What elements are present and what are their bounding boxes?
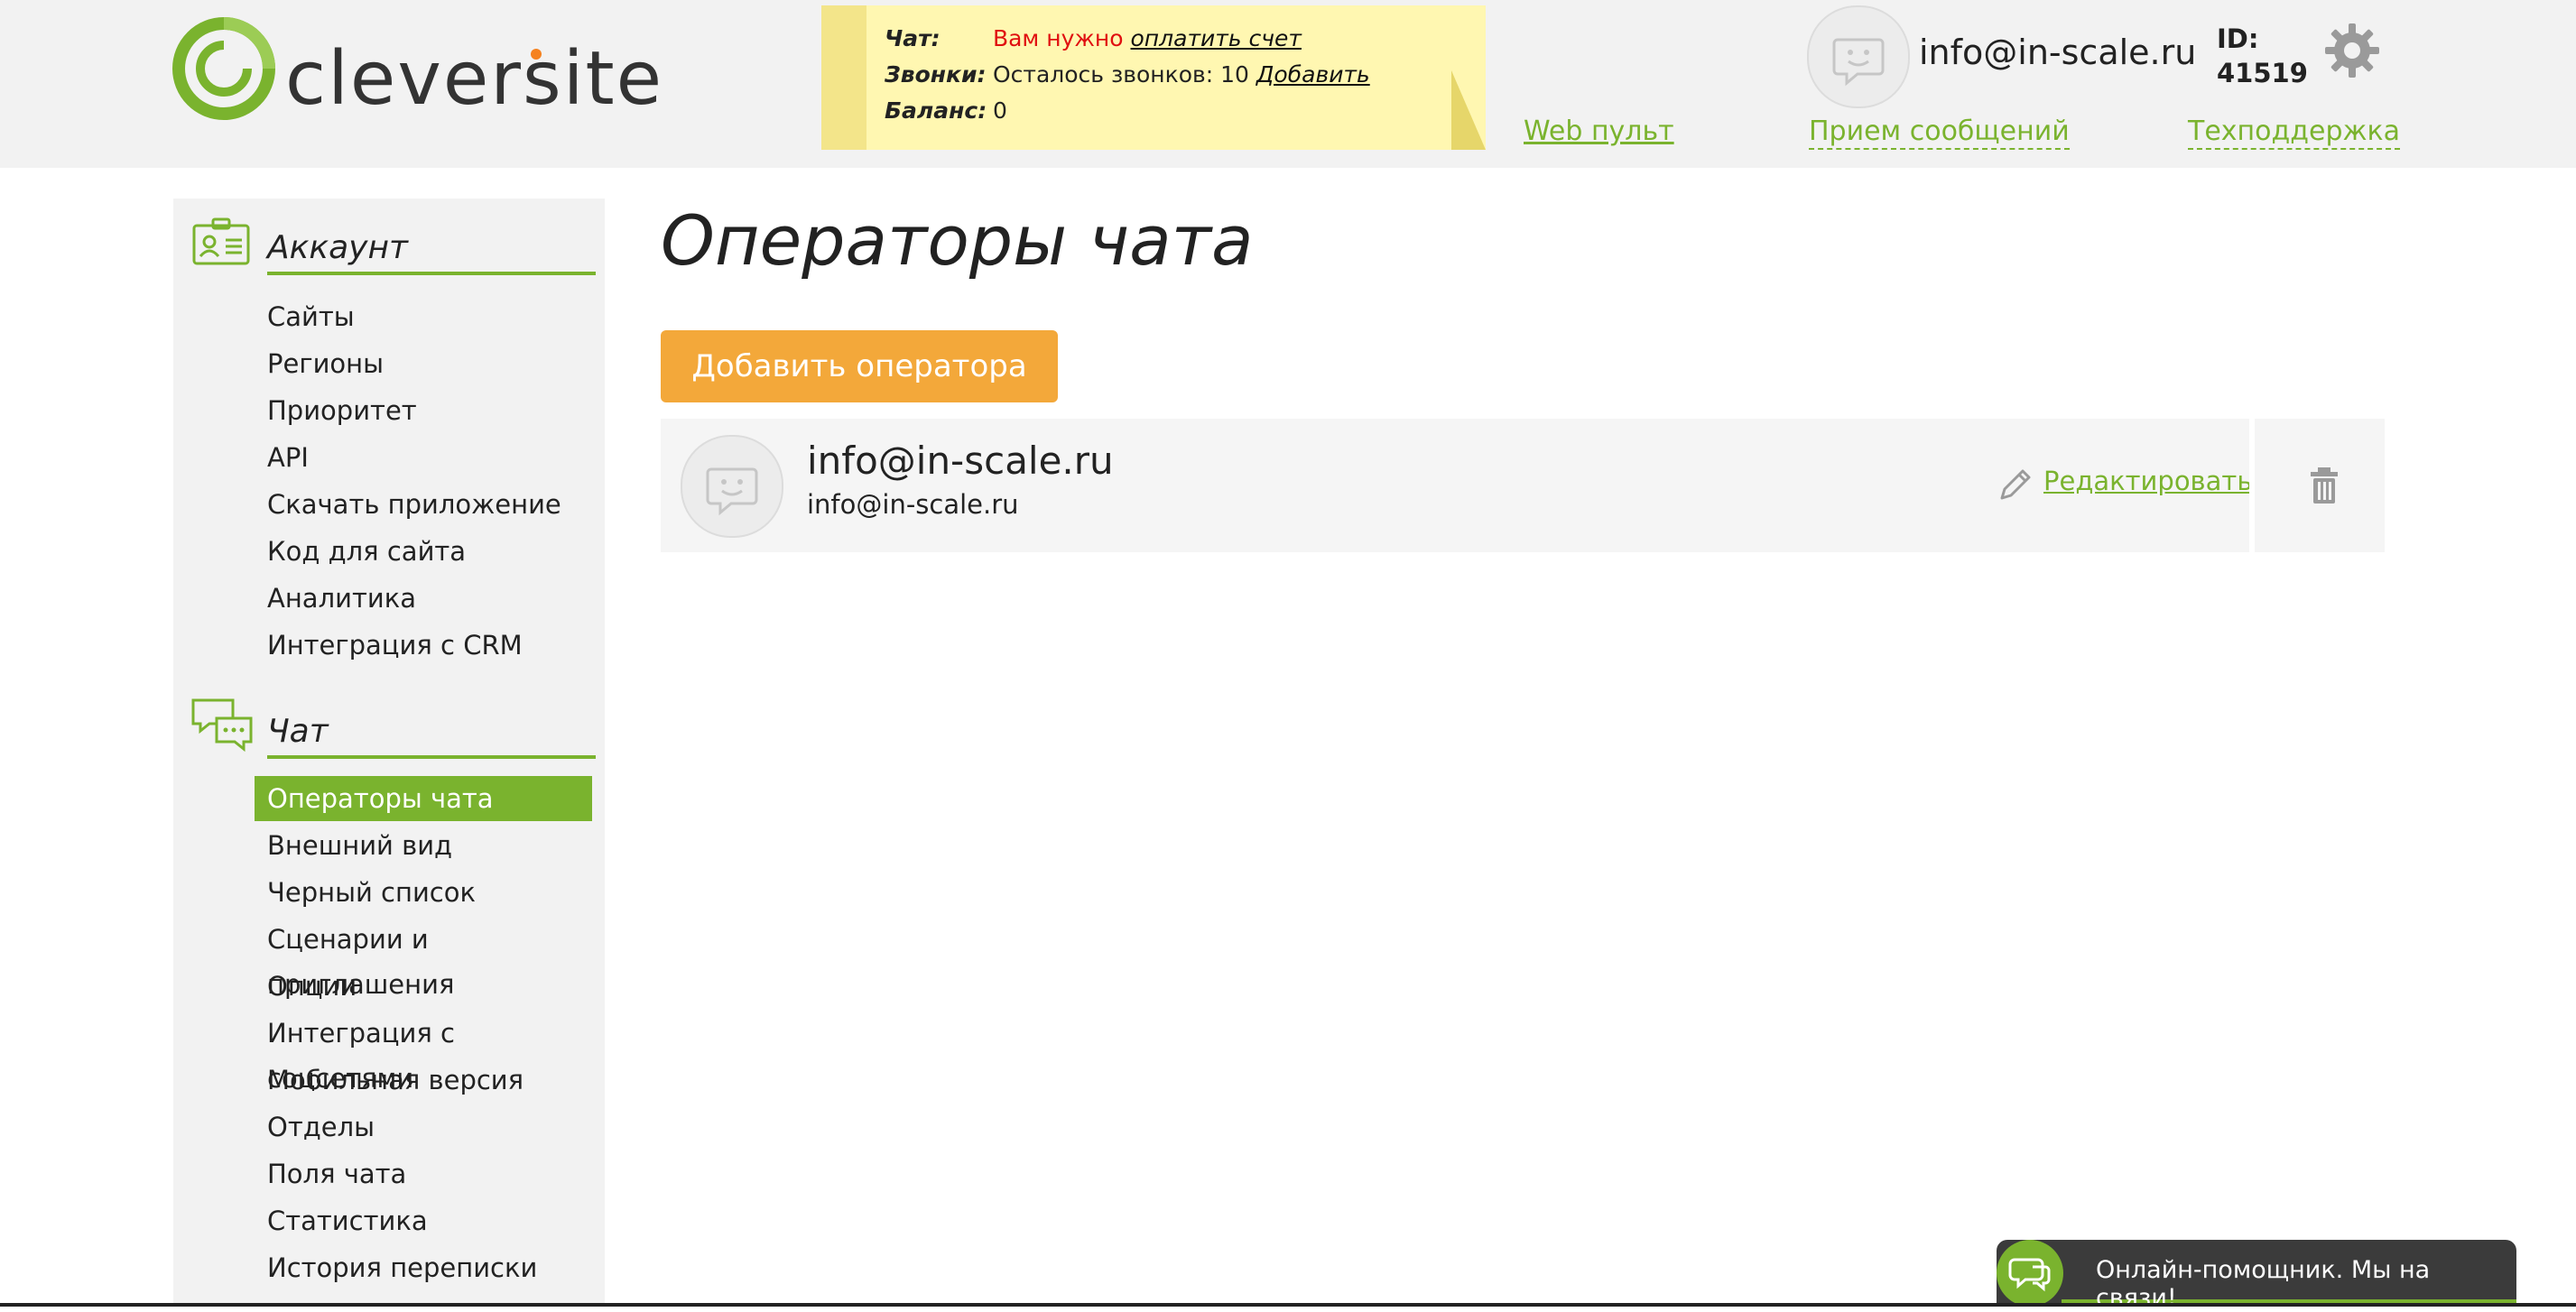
chat-bubbles-icon xyxy=(191,698,253,753)
top-header: cleversite Чат: Вам нужно оплатить счет … xyxy=(0,0,2576,168)
support-link[interactable]: Техподдержка xyxy=(2188,115,2401,150)
receive-messages-link[interactable]: Прием сообщений xyxy=(1809,115,2070,150)
sidebar-item-regions[interactable]: Регионы xyxy=(255,341,592,386)
sidebar-item-sites[interactable]: Сайты xyxy=(255,294,592,339)
chat-section-title: Чат xyxy=(267,713,596,759)
add-operator-button[interactable]: Добавить оператора xyxy=(661,330,1058,402)
logo[interactable]: cleversite xyxy=(171,16,662,122)
sidebar-item-priority[interactable]: Приоритет xyxy=(255,388,592,433)
sidebar-item-analytics[interactable]: Аналитика xyxy=(255,576,592,621)
sidebar-item-mobile-version[interactable]: Мобильная версия xyxy=(255,1058,592,1103)
online-chat-widget[interactable]: Онлайн-помощник. Мы на связи! xyxy=(1997,1240,2516,1312)
operator-name: info@in-scale.ru xyxy=(807,439,1114,483)
sidebar-item-api[interactable]: API xyxy=(255,435,592,480)
account-id-card-icon xyxy=(192,217,250,265)
notice-chat-row: Чат: Вам нужно оплатить счет xyxy=(885,25,1302,51)
chat-widget-icon xyxy=(2008,1258,2051,1292)
notice-balance-row: Баланс: 0 xyxy=(885,97,1007,124)
sidebar-item-social-integration[interactable]: Интеграция с соцсетями xyxy=(255,1011,592,1094)
sidebar-item-download-app[interactable]: Скачать приложение xyxy=(255,482,592,527)
sidebar: Аккаунт Сайты Регионы Приоритет API Скач… xyxy=(173,199,605,1307)
notice-calls-row: Звонки: Осталось звонков: 10 Добавить xyxy=(885,61,1370,88)
user-avatar[interactable] xyxy=(1807,5,1910,108)
account-section-title: Аккаунт xyxy=(267,229,596,275)
page-title: Операторы чата xyxy=(661,200,1254,281)
operator-chat-face-icon xyxy=(706,467,758,516)
operator-avatar xyxy=(681,435,783,538)
web-console-link[interactable]: Web пульт xyxy=(1524,115,1674,148)
logo-mark-icon xyxy=(172,17,275,120)
pay-invoice-link[interactable]: оплатить счет xyxy=(1131,25,1302,51)
logo-dot xyxy=(531,49,542,60)
sidebar-item-departments[interactable]: Отделы xyxy=(255,1104,592,1150)
sidebar-item-options[interactable]: Опции xyxy=(255,964,592,1009)
edit-operator-link[interactable]: Редактировать xyxy=(2043,466,2252,496)
trash-icon[interactable] xyxy=(2303,464,2345,507)
account-notice: Чат: Вам нужно оплатить счет Звонки: Ост… xyxy=(821,5,1486,150)
sidebar-item-chat-fields[interactable]: Поля чата xyxy=(255,1151,592,1197)
chat-widget-bubble[interactable] xyxy=(1997,1240,2063,1307)
page-bottom-border xyxy=(0,1303,2576,1307)
sidebar-item-chat-operators[interactable]: Операторы чата xyxy=(255,776,592,821)
sidebar-item-chat-history[interactable]: История переписки xyxy=(255,1245,592,1290)
pencil-icon[interactable] xyxy=(1997,466,2034,504)
sidebar-item-appearance[interactable]: Внешний вид xyxy=(255,823,592,868)
operator-row: info@in-scale.ru info@in-scale.ru Редакт… xyxy=(661,419,2385,552)
sidebar-item-statistics[interactable]: Статистика xyxy=(255,1198,592,1243)
operator-email: info@in-scale.ru xyxy=(807,489,1019,520)
sidebar-item-crm-integration[interactable]: Интеграция с CRM xyxy=(255,623,592,668)
settings-gear-icon[interactable] xyxy=(2323,22,2381,79)
header-user-email: info@in-scale.ru xyxy=(1919,32,2197,72)
avatar-chat-face-icon xyxy=(1832,38,1885,87)
account-id: ID: 41519 xyxy=(2217,23,2308,88)
add-calls-link[interactable]: Добавить xyxy=(1256,61,1370,88)
logo-text: cleversite xyxy=(285,36,664,122)
sidebar-item-site-code[interactable]: Код для сайта xyxy=(255,529,592,574)
sidebar-item-blacklist[interactable]: Черный список xyxy=(255,870,592,915)
sidebar-item-scenarios[interactable]: Сценарии и приглашения xyxy=(255,917,592,1000)
